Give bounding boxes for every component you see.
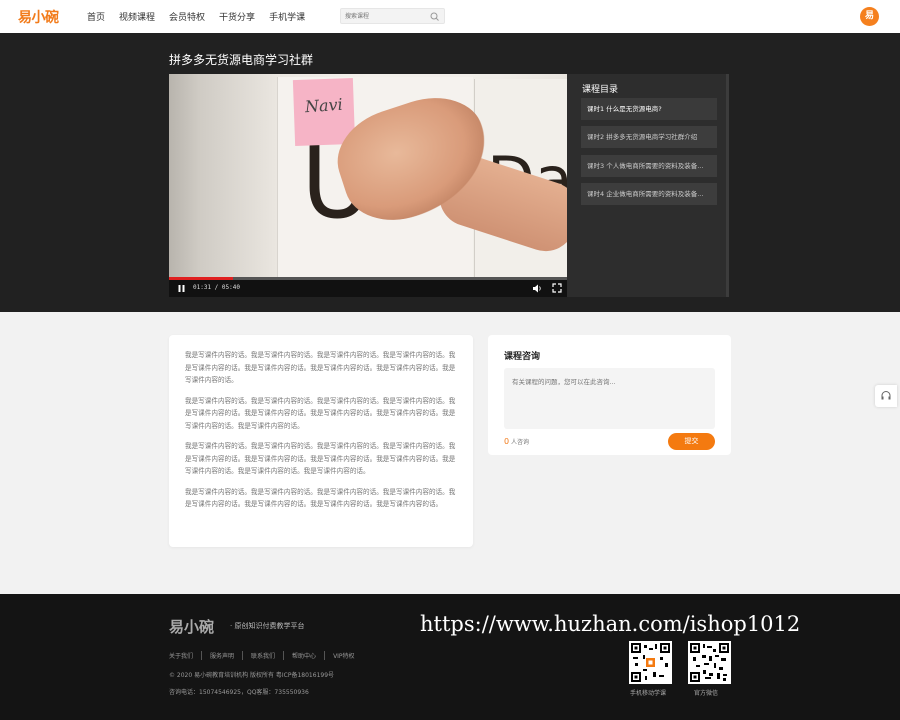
footer-link-help[interactable]: 帮助中心	[283, 651, 324, 660]
video-frame-sticky-text: Navi	[304, 94, 344, 117]
video-controls: 01:31 / 05:40	[169, 280, 567, 297]
footer-contact: 咨询电话：15074546925，QQ客服：735550936	[169, 689, 309, 696]
qr-label-mobile: 手机移动学课	[630, 690, 667, 697]
course-description: 我是写课件内容的话。我是写课件内容的话。我是写课件内容的话。我是写课件内容的话。…	[169, 335, 473, 547]
pause-icon[interactable]	[177, 284, 186, 293]
qr-code-wechat	[688, 641, 731, 684]
catalog-lesson-3[interactable]: 课时3 个人做电商所需要的资料及装备...	[581, 155, 717, 177]
video-player[interactable]: U Da Navi 01:31 / 05:40	[169, 74, 567, 297]
catalog-lesson-2[interactable]: 课时2 拼多多无货源电商学习社群介绍	[581, 126, 717, 148]
nav-item-home[interactable]: 首页	[87, 10, 105, 23]
description-paragraph: 我是写课件内容的话。我是写课件内容的话。我是写课件内容的话。我是写课件内容的话。…	[185, 442, 456, 475]
headset-icon	[881, 391, 891, 400]
nav-item-mobile-learning[interactable]: 手机学课	[269, 10, 305, 23]
footer-copyright: © 2020 易小碗教育培训机构 版权所有 粤ICP备18016199号	[169, 672, 335, 679]
nav-item-articles[interactable]: 干货分享	[219, 10, 255, 23]
search-icon[interactable]	[429, 11, 441, 22]
footer-link-contact[interactable]: 联系我们	[242, 651, 283, 660]
qr-code-icon	[690, 643, 729, 682]
consult-title: 课程咨询	[504, 352, 541, 362]
qr-code-mobile	[629, 641, 672, 684]
consult-count-number: 0	[504, 437, 510, 446]
search-box	[340, 8, 445, 24]
catalog-lesson-1[interactable]: 课时1 什么是无货源电商?	[581, 98, 717, 120]
course-catalog: 课程目录 课时1 什么是无货源电商? 课时2 拼多多无货源电商学习社群介绍 课时…	[567, 74, 729, 297]
qr-label-wechat: 官方微信	[694, 690, 719, 697]
course-title: 拼多多无货源电商学习社群	[169, 53, 314, 67]
qr-code-icon	[631, 643, 670, 682]
footer-logo: 易小碗	[169, 618, 215, 636]
site-footer: 易小碗 · 原创知识付费教学平台 https://www.huzhan.com/…	[0, 594, 900, 720]
nav-item-video-courses[interactable]: 视频课程	[119, 10, 155, 23]
main-nav: 首页 视频课程 会员特权 干货分享 手机学课	[87, 10, 305, 23]
course-consult-panel: 课程咨询 0 人咨询 提交	[488, 335, 731, 455]
nav-item-membership[interactable]: 会员特权	[169, 10, 205, 23]
user-avatar[interactable]: 易	[860, 7, 879, 26]
consult-input[interactable]	[504, 368, 715, 429]
consult-count-label: 人咨询	[511, 439, 530, 446]
video-time: 01:31 / 05:40	[193, 284, 240, 291]
footer-watermark: https://www.huzhan.com/ishop1012	[420, 612, 801, 636]
catalog-lesson-4[interactable]: 课时4 企业做电商所需要的资料及装备...	[581, 183, 717, 205]
description-paragraph: 我是写课件内容的话。我是写课件内容的话。我是写课件内容的话。我是写课件内容的话。…	[185, 487, 456, 509]
footer-link-vip[interactable]: VIP特权	[324, 651, 363, 660]
volume-icon[interactable]	[532, 283, 543, 294]
description-paragraph: 我是写课件内容的话。我是写课件内容的话。我是写课件内容的话。我是写课件内容的话。…	[185, 396, 456, 430]
top-header: 易小碗 首页 视频课程 会员特权 干货分享 手机学课 易	[0, 0, 900, 33]
footer-link-terms[interactable]: 服务声明	[201, 651, 242, 660]
consult-count: 0 人咨询	[504, 437, 529, 446]
footer-link-about[interactable]: 关于我们	[169, 651, 201, 660]
catalog-title: 课程目录	[582, 85, 619, 95]
fullscreen-icon[interactable]	[552, 283, 562, 293]
description-paragraph: 我是写课件内容的话。我是写课件内容的话。我是写课件内容的话。我是写课件内容的话。…	[185, 351, 456, 384]
customer-service-float[interactable]	[875, 385, 897, 407]
footer-slogan: · 原创知识付费教学平台	[230, 622, 305, 630]
site-logo[interactable]: 易小碗	[18, 7, 59, 27]
footer-links: 关于我们 服务声明 联系我们 帮助中心 VIP特权	[169, 651, 363, 660]
search-input[interactable]	[345, 10, 425, 22]
consult-submit-button[interactable]: 提交	[668, 433, 715, 450]
